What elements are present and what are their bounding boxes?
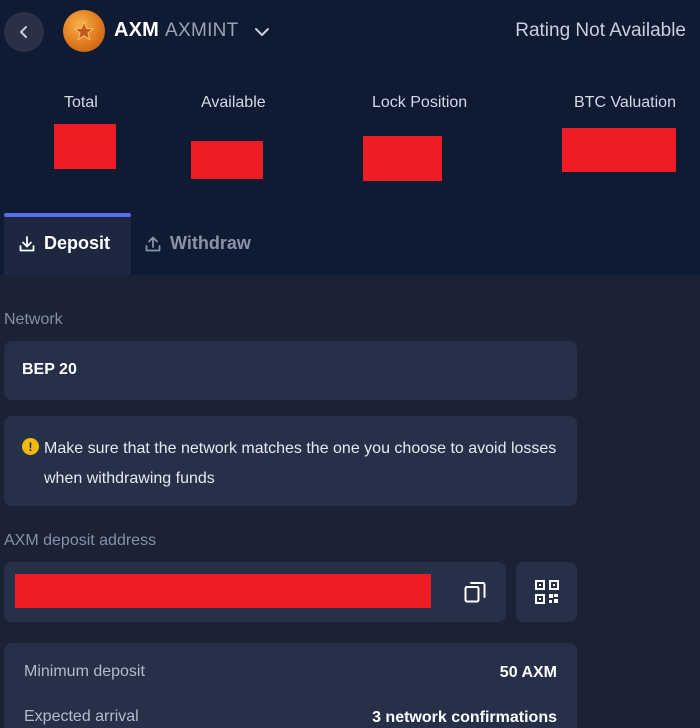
download-icon: [19, 235, 35, 251]
asset-header: AXM AXMINT Rating Not Available: [0, 0, 700, 62]
stat-value-total-redacted: [54, 124, 116, 169]
tab-withdraw[interactable]: Withdraw: [144, 233, 251, 254]
deposit-details: Minimum deposit 50 AXM Expected arrival …: [4, 643, 577, 728]
star-icon: [73, 20, 95, 41]
coin-symbol[interactable]: AXM: [114, 19, 159, 42]
copy-button[interactable]: [458, 577, 492, 607]
network-label: Network: [4, 311, 63, 328]
coin-logo: [63, 10, 105, 52]
network-value: BEP 20: [22, 361, 77, 378]
stat-label-available: Available: [201, 94, 266, 111]
stat-value-btc-valuation-redacted: [562, 128, 676, 172]
chevron-down-icon[interactable]: [252, 22, 272, 42]
chevron-left-icon: [20, 26, 27, 38]
exclamation-icon: !: [22, 438, 39, 455]
stat-label-btc-valuation: BTC Valuation: [574, 94, 676, 111]
stat-value-available-redacted: [191, 141, 263, 179]
tab-withdraw-label: Withdraw: [170, 233, 251, 253]
back-button[interactable]: [4, 12, 44, 52]
copy-icon: [464, 582, 486, 603]
qr-code-icon: [535, 580, 559, 604]
active-tab-indicator: [4, 213, 131, 217]
expected-arrival-label: Expected arrival: [24, 708, 139, 725]
minimum-deposit-label: Minimum deposit: [24, 663, 145, 680]
stat-value-lock-position-redacted: [363, 136, 442, 181]
deposit-address-label: AXM deposit address: [4, 532, 157, 549]
expected-arrival-value: 3 network confirmations: [372, 709, 557, 726]
network-selector[interactable]: BEP 20: [4, 341, 577, 400]
deposit-address-redacted: [15, 574, 431, 608]
tab-deposit[interactable]: Deposit: [18, 233, 110, 254]
minimum-deposit-value: 50 AXM: [499, 664, 557, 681]
stat-label-lock-position: Lock Position: [372, 94, 468, 111]
deposit-address-field[interactable]: [4, 562, 506, 622]
rating-status: Rating Not Available: [515, 20, 686, 41]
upload-icon: [145, 236, 161, 251]
stat-label-total: Total: [64, 94, 98, 111]
qr-code-button[interactable]: [516, 562, 577, 622]
coin-name[interactable]: AXMINT: [165, 20, 239, 42]
tab-deposit-label: Deposit: [44, 233, 111, 253]
network-warning: ! Make sure that the network matches the…: [4, 416, 577, 506]
warning-text: Make sure that the network matches the o…: [44, 440, 557, 487]
